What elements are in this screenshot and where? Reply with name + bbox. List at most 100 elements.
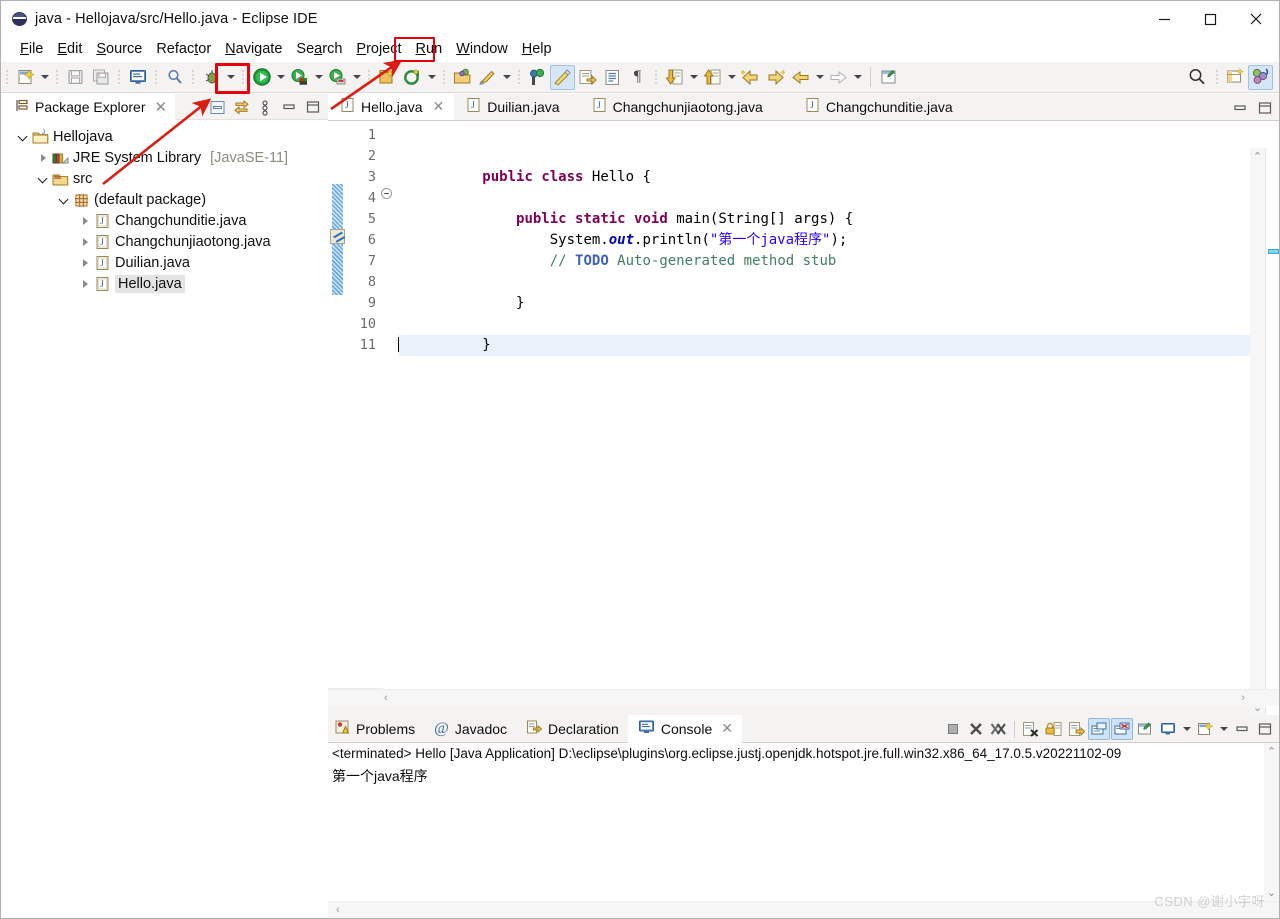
tree-item-hellojava[interactable]: J Hellojava [1,126,328,147]
next-annotation-dropdown-arrow[interactable] [687,65,700,89]
chevron-right-icon[interactable] [77,253,93,273]
hscroll-left-icon[interactable]: ‹ [336,904,340,916]
tree-item-changchunditie[interactable]: J Changchunditie.java [1,210,328,231]
tree-item-changchunjiaotong[interactable]: J Changchunjiaotong.java [1,231,328,252]
pin-console-icon[interactable] [1134,718,1156,740]
menu-search[interactable]: Search [289,40,349,59]
minimize-view-icon[interactable] [278,96,300,118]
chevron-right-icon[interactable] [35,148,51,168]
menu-navigate[interactable]: Navigate [218,40,289,59]
pin-editor-icon[interactable] [877,65,902,90]
menu-project[interactable]: Project [349,40,408,59]
coverage-dropdown-arrow[interactable] [312,65,325,89]
new-class-dropdown-arrow[interactable] [425,65,438,89]
previous-annotation-icon[interactable] [700,65,725,90]
minimize-icon[interactable] [1141,1,1187,37]
forward-icon[interactable] [826,65,851,90]
open-console-icon[interactable] [1194,718,1216,740]
minimize-editor-icon[interactable] [1229,97,1251,119]
minimize-console-icon[interactable] [1231,718,1253,740]
tab-javadoc[interactable]: @ Javadoc [424,715,516,743]
scroll-down-icon[interactable]: ⌄ [1267,884,1276,901]
save-icon[interactable] [63,65,88,90]
editor-tab-duilian[interactable]: J Duilian.java [454,93,569,120]
remove-launch-icon[interactable] [965,718,987,740]
todo-task-marker-icon[interactable] [330,229,345,244]
show-console-on-error-icon[interactable] [1111,718,1133,740]
close-icon[interactable]: ✕ [155,98,168,116]
maximize-view-icon[interactable] [302,96,324,118]
scroll-up-icon[interactable]: ⌃ [1253,148,1262,165]
back-icon[interactable] [788,65,813,90]
scroll-lock-icon[interactable] [1042,718,1064,740]
editor-tab-changchunjiaotong[interactable]: J Changchunjiaotong.java [570,93,773,120]
run-icon[interactable] [249,65,274,90]
maximize-editor-icon[interactable] [1254,97,1276,119]
skip-breakpoints-icon[interactable] [525,65,550,90]
external-tools-dropdown-arrow[interactable] [350,65,363,89]
chevron-right-icon[interactable] [77,274,93,294]
back-dropdown-arrow[interactable] [813,65,826,89]
tab-console[interactable]: Console ✕ [627,714,742,743]
debug-icon[interactable] [199,65,224,90]
editor-overview-ruler[interactable] [1265,148,1279,716]
overview-marker[interactable] [1268,249,1279,254]
quick-fix-icon[interactable] [475,65,500,90]
scroll-up-icon[interactable]: ⌃ [1267,743,1276,760]
new-java-project-icon[interactable] [375,65,400,90]
next-annotation-icon[interactable] [662,65,687,90]
close-icon[interactable]: ✕ [721,720,733,737]
show-console-on-output-icon[interactable] [1088,718,1110,740]
tree-item-duilian[interactable]: J Duilian.java [1,252,328,273]
menu-window[interactable]: Window [449,40,515,59]
code-text-area[interactable]: public class Hello { public static void … [394,121,1279,706]
tab-problems[interactable]: Problems [328,715,424,743]
debug-dropdown-arrow[interactable] [224,65,237,89]
editor-body[interactable]: 1 2 3 4 5 6 7 8 9 10 11 public class Hel… [328,121,1279,716]
link-with-editor-icon[interactable] [230,96,252,118]
tab-package-explorer[interactable]: Package Explorer ✕ [1,93,176,120]
menu-file[interactable]: FFileile [13,40,50,59]
new-java-console-icon[interactable] [125,65,150,90]
open-type-icon[interactable] [450,65,475,90]
terminate-icon[interactable] [942,718,964,740]
chevron-right-icon[interactable] [77,232,93,252]
chevron-right-icon[interactable] [77,211,93,231]
close-icon[interactable] [1233,1,1279,37]
collapse-fold-icon[interactable] [381,188,392,199]
remove-all-terminated-icon[interactable] [988,718,1010,740]
new-dropdown-arrow[interactable] [38,65,51,89]
maximize-console-icon[interactable] [1254,718,1276,740]
save-all-icon[interactable] [88,65,113,90]
menu-edit[interactable]: Edit [50,40,89,59]
open-task-icon[interactable] [575,65,600,90]
close-icon[interactable]: ✕ [432,98,444,115]
previous-annotation-dropdown-arrow[interactable] [725,65,738,89]
tree-item-jre-system-library[interactable]: JRE System Library [JavaSE-11] [1,147,328,168]
maximize-icon[interactable] [1187,1,1233,37]
editor-horizontal-scrollbar[interactable]: ‹ › [328,689,1279,706]
editor-annotation-gutter[interactable] [328,121,346,706]
last-edit-location-icon[interactable] [738,65,763,90]
tree-item-default-package[interactable]: (default package) [1,189,328,210]
new-wizard-icon[interactable] [13,65,38,90]
quick-access-search-icon[interactable] [1183,65,1211,90]
clear-console-icon[interactable] [1019,718,1041,740]
java-perspective-icon[interactable] [1248,64,1273,90]
display-selected-console-icon[interactable] [1157,718,1179,740]
menu-refactor[interactable]: Refactor [149,40,218,59]
chevron-down-icon[interactable] [35,169,51,189]
console-vertical-scrollbar[interactable]: ⌃ ⌄ [1264,743,1279,901]
menu-run[interactable]: Run [409,40,450,59]
hscroll-right-icon[interactable]: › [1241,692,1245,704]
chevron-down-icon[interactable] [56,190,72,210]
next-edit-location-icon[interactable] [763,65,788,90]
forward-dropdown-arrow[interactable] [851,65,864,89]
tab-declaration[interactable]: Declaration [516,715,628,743]
external-tools-icon[interactable] [325,65,350,90]
hscroll-left-icon[interactable]: ‹ [384,692,388,704]
console-output-area[interactable]: <terminated> Hello [Java Application] D:… [328,743,1279,918]
search-icon[interactable] [162,65,187,90]
tree-item-hello[interactable]: J Hello.java [1,273,328,294]
display-console-dropdown-arrow[interactable] [1180,717,1193,741]
